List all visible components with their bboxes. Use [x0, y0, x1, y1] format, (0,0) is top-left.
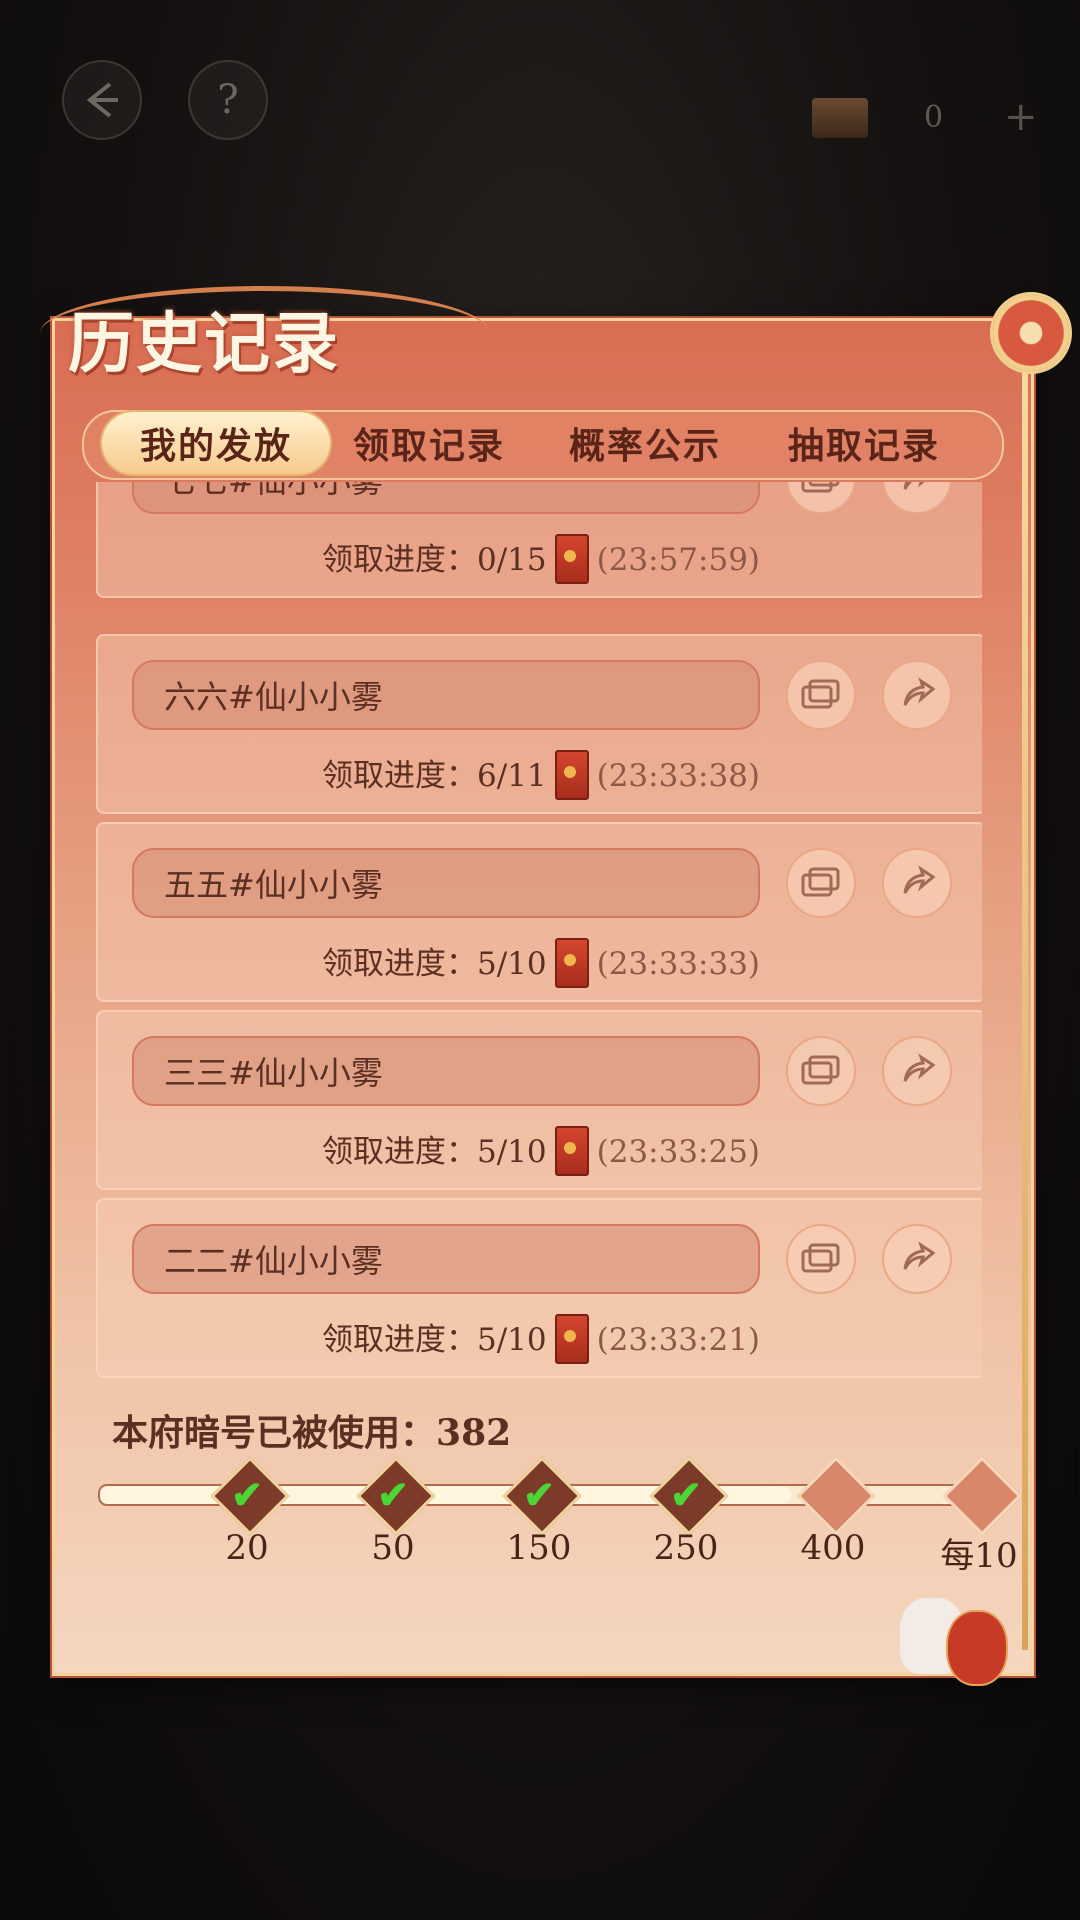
- share-button[interactable]: [882, 482, 952, 514]
- red-envelope-icon: [554, 1313, 589, 1364]
- milestone-label: 20: [225, 1528, 269, 1568]
- help-button[interactable]: ?: [188, 60, 268, 140]
- tab-probability[interactable]: 概率公示: [548, 412, 742, 474]
- progress-value: 5/10: [476, 1322, 547, 1358]
- copy-button[interactable]: [786, 1036, 856, 1106]
- usage-count: 382: [436, 1412, 512, 1454]
- progress-label: 领取进度：: [321, 758, 477, 794]
- usage-text: 本府暗号已被使用：382: [112, 1404, 511, 1456]
- record-progress: 领取进度：5/10 (23:33:25): [98, 1125, 982, 1179]
- record-time: (23:33:25): [596, 1134, 761, 1170]
- record-card: 三三#仙小小雾 领取进度：5/10 (23:33:25): [96, 1010, 982, 1190]
- record-progress: 领取进度：5/10 (23:33:21): [98, 1313, 982, 1367]
- share-icon: [903, 677, 936, 706]
- tab-my-issued[interactable]: 我的发放: [102, 412, 330, 474]
- red-envelope-icon: [554, 749, 589, 800]
- back-arrow-icon: [86, 82, 118, 118]
- progress-label: 领取进度：: [321, 542, 477, 578]
- milestone-label: 400: [800, 1528, 866, 1568]
- red-envelope-icon: [554, 937, 589, 988]
- help-icon: ?: [217, 77, 239, 123]
- milestone-label: 50: [371, 1528, 415, 1568]
- usage-label: 本府暗号已被使用：: [112, 1412, 437, 1454]
- record-card: 六六#仙小小雾 领取进度：6/11 (23:33:38): [96, 634, 982, 814]
- back-button[interactable]: [62, 60, 142, 140]
- copy-icon: [801, 867, 840, 897]
- progress-value: 5/10: [476, 1134, 547, 1170]
- share-button[interactable]: [882, 1224, 952, 1294]
- record-name: 三三#仙小小雾: [132, 1036, 760, 1106]
- record-name: 二二#仙小小雾: [132, 1224, 760, 1294]
- records-list[interactable]: 七七#仙小小雾 领取进度：0/15(23:57:59) 六六#仙小小雾 领取进度…: [96, 482, 982, 1378]
- progress-value: 0/15: [476, 542, 547, 578]
- record-time: (23:33:21): [596, 1322, 761, 1358]
- record-time: (23:33:33): [596, 946, 761, 982]
- record-card: 二二#仙小小雾 领取进度：5/10 (23:33:21): [96, 1198, 982, 1378]
- record-name: 七七#仙小小雾: [132, 482, 760, 514]
- progress-label: 领取进度：: [321, 1322, 477, 1358]
- tab-draw-records[interactable]: 抽取记录: [766, 412, 962, 474]
- copy-icon: [801, 482, 840, 493]
- copy-button[interactable]: [786, 482, 856, 514]
- panel-edge: [1022, 330, 1028, 1650]
- copy-icon: [801, 1243, 840, 1273]
- share-button[interactable]: [882, 848, 952, 918]
- copy-icon: [801, 1055, 840, 1085]
- milestone-label: 每10: [940, 1536, 1018, 1576]
- milestone-label: 150: [506, 1528, 572, 1568]
- lucky-bag-icon: [946, 1610, 1008, 1686]
- share-icon: [903, 482, 925, 490]
- red-envelope-icon: [554, 1125, 589, 1176]
- record-time: (23:57:59): [596, 542, 761, 578]
- share-button[interactable]: [882, 660, 952, 730]
- check-icon: ✔: [670, 1472, 702, 1517]
- check-icon: ✔: [377, 1472, 409, 1517]
- progress-label: 领取进度：: [321, 1134, 477, 1170]
- record-card: 五五#仙小小雾 领取进度：5/10 (23:33:33): [96, 822, 982, 1002]
- record-card: 七七#仙小小雾 领取进度：0/15 (23:57:59): [96, 482, 982, 598]
- share-button[interactable]: [882, 1036, 952, 1106]
- record-name: 五五#仙小小雾: [132, 848, 760, 918]
- record-time: (23:33:38): [596, 758, 761, 794]
- check-icon: ✔: [523, 1472, 555, 1517]
- red-envelope-icon: [554, 533, 589, 584]
- milestone-label: 250: [653, 1528, 719, 1568]
- share-icon: [903, 1241, 936, 1270]
- currency-icon: [812, 98, 868, 138]
- copy-icon: [801, 679, 840, 709]
- currency-value: 0: [924, 100, 944, 135]
- medallion-icon: [990, 292, 1072, 374]
- progress-label: 领取进度：: [321, 946, 477, 982]
- tab-claim-records[interactable]: 领取记录: [330, 412, 528, 474]
- copy-button[interactable]: [786, 1224, 856, 1294]
- record-progress: 领取进度：6/11 (23:33:38): [98, 749, 982, 803]
- progress-value: 5/10: [476, 946, 547, 982]
- copy-button[interactable]: [786, 660, 856, 730]
- record-progress: 领取进度：5/10 (23:33:33): [98, 937, 982, 991]
- share-icon: [903, 1053, 936, 1082]
- page-title: 历史记录: [68, 304, 340, 382]
- record-progress: 领取进度：0/15 (23:57:59): [98, 533, 982, 587]
- add-currency-button[interactable]: +: [1004, 94, 1038, 140]
- record-name: 六六#仙小小雾: [132, 660, 760, 730]
- share-icon: [903, 865, 936, 894]
- copy-button[interactable]: [786, 848, 856, 918]
- check-icon: ✔: [231, 1472, 263, 1517]
- progress-value: 6/11: [476, 758, 547, 794]
